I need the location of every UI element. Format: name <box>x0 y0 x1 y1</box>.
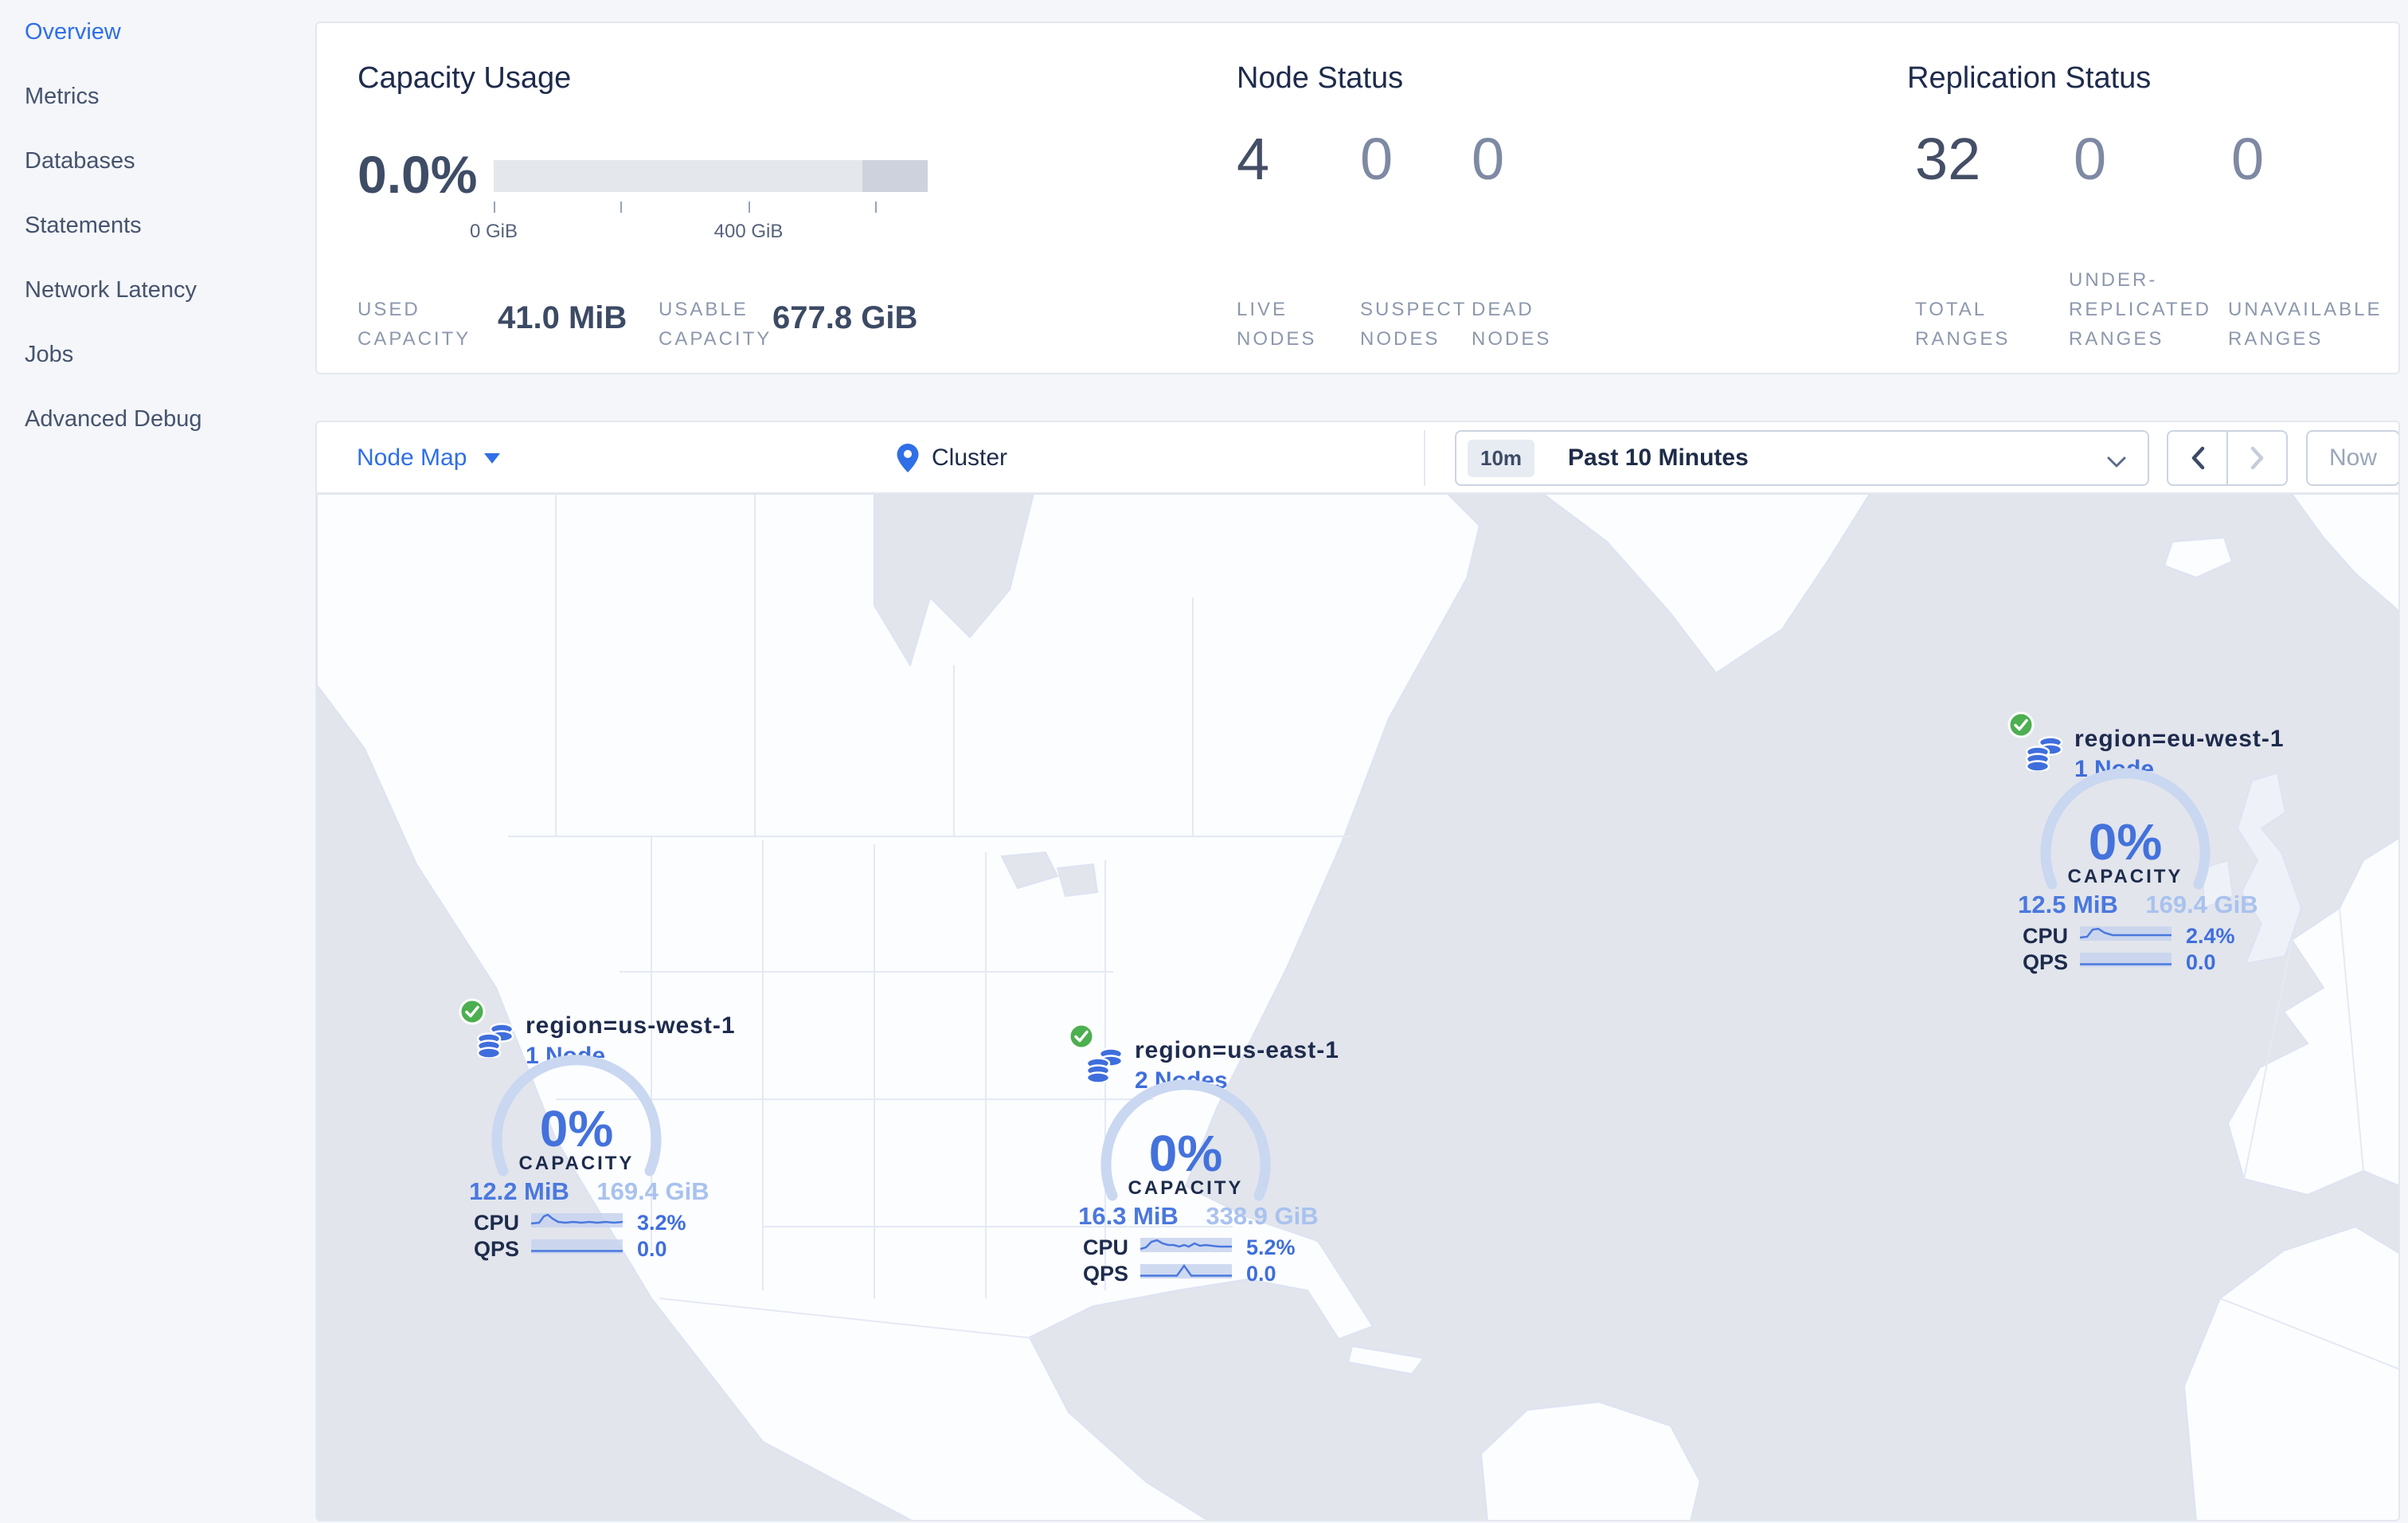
cpu-label: CPU <box>2022 924 2068 948</box>
axis-tick-label: 400 GiB <box>713 221 784 242</box>
breadcrumb-label: Cluster <box>932 444 1008 471</box>
region-name: region=us-west-1 <box>526 1012 736 1039</box>
axis-tick <box>875 202 877 213</box>
cpu-value: 3.2% <box>637 1211 686 1235</box>
map-toolbar: Node Map Cluster 10m Past 10 Minutes Now <box>317 422 2398 494</box>
suspect-nodes-label: SUSPECT NODES <box>1360 299 1468 350</box>
dead-nodes-count: 0 <box>1472 126 1505 192</box>
capacity-gauge-label: CAPACITY <box>2067 866 2183 887</box>
sidebar-item-network-latency[interactable]: Network Latency <box>0 258 315 323</box>
cpu-row: CPU 3.2% <box>433 1211 720 1235</box>
qps-value: 0.0 <box>2186 950 2216 974</box>
region-total-capacity: 338.9 GiB <box>1206 1202 1319 1230</box>
axis-tick-label: 0 GiB <box>469 221 518 242</box>
cpu-row: CPU 2.4% <box>1982 924 2269 948</box>
view-mode-dropdown[interactable]: Node Map <box>357 422 501 494</box>
cpu-sparkline <box>1140 1238 1232 1252</box>
qps-label: QPS <box>2022 950 2068 974</box>
region-marker-us-east-1[interactable]: region=us-east-1 2 Nodes 0% CAPACITY 16.… <box>1042 1017 1339 1288</box>
region-marker-us-west-1[interactable]: region=us-west-1 1 Node 0% CAPACITY 12.2… <box>433 992 735 1263</box>
node-status-title: Node Status <box>1237 61 1404 95</box>
time-step-buttons <box>2167 430 2288 486</box>
region-used-capacity: 12.5 MiB <box>2018 891 2118 918</box>
axis-tick <box>620 202 622 213</box>
live-nodes-label: LIVE NODES <box>1237 299 1317 350</box>
caret-down-icon <box>484 452 501 464</box>
cpu-value: 2.4% <box>2186 924 2235 948</box>
cpu-sparkline <box>531 1213 623 1227</box>
world-map[interactable]: region=us-west-1 1 Node 0% CAPACITY 12.2… <box>317 494 2398 1520</box>
used-capacity-label: USED CAPACITY <box>358 299 471 350</box>
map-pin-icon <box>897 444 919 472</box>
chevron-left-icon <box>2191 446 2204 470</box>
total-ranges-count: 32 <box>1915 126 1981 192</box>
capacity-used-percent: 0.0% <box>358 145 478 204</box>
cpu-row: CPU 5.2% <box>1042 1235 1329 1259</box>
region-total-capacity: 169.4 GiB <box>2145 891 2258 918</box>
region-name: region=us-east-1 <box>1135 1037 1339 1063</box>
under-replicated-ranges-count: 0 <box>2074 126 2107 192</box>
node-map-panel: Node Map Cluster 10m Past 10 Minutes Now… <box>315 421 2400 1521</box>
capacity-bar-other-segment <box>862 160 928 192</box>
qps-row: QPS 0.0 <box>1982 950 2269 974</box>
unavailable-ranges-count: 0 <box>2231 126 2265 192</box>
qps-sparkline <box>531 1239 623 1254</box>
axis-tick <box>494 202 495 213</box>
qps-sparkline <box>1140 1263 1232 1278</box>
axis-tick <box>749 202 750 213</box>
region-capacity-percent: 0% <box>539 1100 614 1157</box>
region-capacity-percent: 0% <box>1148 1125 1223 1182</box>
region-used-capacity: 12.2 MiB <box>469 1177 569 1205</box>
sidebar: Overview Metrics Databases Statements Ne… <box>0 0 315 1523</box>
time-back-button[interactable] <box>2168 432 2228 484</box>
qps-row: QPS 0.0 <box>1042 1262 1329 1286</box>
qps-row: QPS 0.0 <box>433 1237 720 1261</box>
time-range-label: Past 10 Minutes <box>1568 444 1749 471</box>
sidebar-item-advanced-debug[interactable]: Advanced Debug <box>0 387 315 452</box>
now-button[interactable]: Now <box>2306 430 2398 486</box>
time-range-badge: 10m <box>1468 439 1535 477</box>
sidebar-item-databases[interactable]: Databases <box>0 129 315 194</box>
used-capacity-value: 41.0 MiB <box>498 300 627 335</box>
sidebar-item-statements[interactable]: Statements <box>0 194 315 258</box>
region-total-capacity: 169.4 GiB <box>596 1177 710 1205</box>
sidebar-item-overview[interactable]: Overview <box>0 0 315 65</box>
chevron-right-icon <box>2250 446 2263 470</box>
qps-sparkline <box>2080 953 2172 967</box>
total-ranges-label: TOTAL RANGES <box>1915 299 2011 350</box>
sidebar-item-jobs[interactable]: Jobs <box>0 323 315 387</box>
qps-label: QPS <box>1082 1262 1128 1286</box>
replication-status-title: Replication Status <box>1907 61 2152 95</box>
capacity-bar <box>494 160 928 192</box>
cpu-value: 5.2% <box>1246 1235 1296 1259</box>
cpu-sparkline <box>2080 926 2172 941</box>
cpu-label: CPU <box>473 1211 519 1235</box>
qps-label: QPS <box>473 1237 519 1261</box>
live-nodes-count: 4 <box>1237 126 1270 192</box>
usable-capacity-label: USABLE CAPACITY <box>659 299 772 350</box>
capacity-gauge-label: CAPACITY <box>1128 1177 1244 1199</box>
dead-nodes-label: DEAD NODES <box>1472 299 1552 350</box>
chevron-down-icon <box>2107 456 2126 468</box>
breadcrumb[interactable]: Cluster <box>897 422 1007 494</box>
time-forward-button[interactable] <box>2228 432 2286 484</box>
capacity-gauge-label: CAPACITY <box>518 1153 635 1174</box>
cluster-summary-panel: Capacity Usage 0.0% 0 GiB 400 GiB USED C… <box>315 22 2400 374</box>
region-capacity-percent: 0% <box>2088 813 2163 871</box>
unavailable-ranges-label: UNAVAILABLE RANGES <box>2228 299 2383 350</box>
time-range-select[interactable]: 10m Past 10 Minutes <box>1455 430 2149 486</box>
usable-capacity-value: 677.8 GiB <box>772 300 918 335</box>
capacity-usage-title: Capacity Usage <box>358 61 572 95</box>
toolbar-divider <box>1424 430 1425 486</box>
region-name: region=eu-west-1 <box>2074 726 2285 752</box>
qps-value: 0.0 <box>1246 1262 1276 1286</box>
region-marker-eu-west-1[interactable]: region=eu-west-1 1 Node 0% CAPACITY 12.5… <box>1982 706 2284 977</box>
region-used-capacity: 16.3 MiB <box>1078 1202 1179 1230</box>
suspect-nodes-count: 0 <box>1360 126 1394 192</box>
cpu-label: CPU <box>1082 1235 1128 1259</box>
qps-value: 0.0 <box>637 1237 667 1261</box>
sidebar-item-metrics[interactable]: Metrics <box>0 65 315 129</box>
view-mode-label: Node Map <box>357 444 467 471</box>
under-replicated-ranges-label: UNDER- REPLICATED RANGES <box>2069 269 2211 350</box>
